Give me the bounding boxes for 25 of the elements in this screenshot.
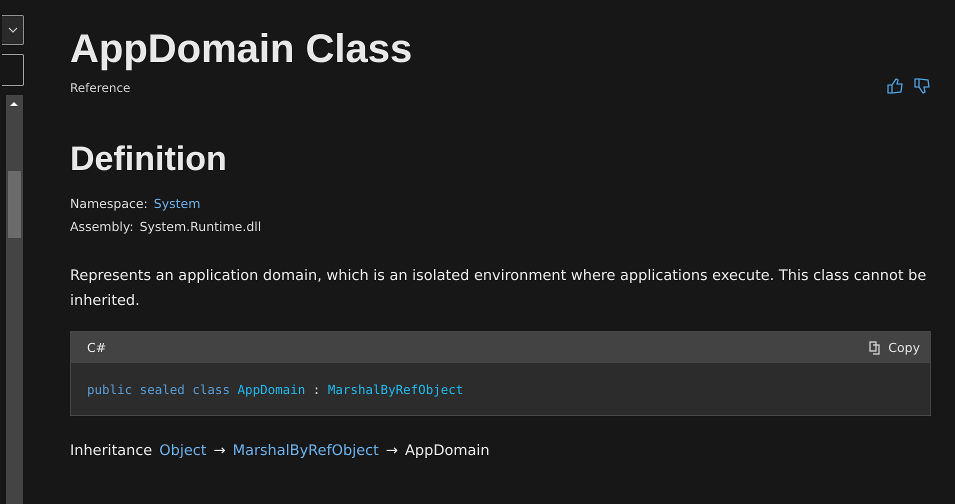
code-line: public sealed class AppDomain : MarshalByRefObject [87, 382, 464, 397]
copy-button[interactable]: Copy [869, 340, 920, 355]
description-text: Represents an application domain, which is an isolated environment where applications execute. This class cannot be inherited. [70, 267, 928, 311]
fact-value: System.Runtime.dll [140, 219, 262, 234]
dropdown[interactable] [2, 15, 24, 45]
fact-label: Assembly: [70, 219, 134, 234]
scroll-up-icon [9, 100, 19, 108]
copy-icon [869, 340, 882, 354]
class-name: AppDomain [405, 443, 490, 459]
language-label: C# [87, 340, 106, 355]
link[interactable]: MarshalByRefObject [232, 443, 379, 459]
arrow-text: → [386, 443, 398, 459]
scrollbar[interactable] [6, 95, 23, 504]
page-subtitle: Reference [70, 81, 132, 95]
link[interactable]: Object [159, 443, 206, 459]
thumbs-up-icon[interactable] [887, 78, 904, 94]
fact-label: Namespace: [70, 196, 148, 211]
inheritance-label: Inheritance [70, 443, 152, 459]
scrollbar-thumb[interactable] [8, 171, 21, 238]
page-title: AppDomain Class [70, 26, 412, 72]
section-heading: Definition [70, 139, 228, 179]
thumbs-down-icon[interactable] [914, 78, 931, 94]
input-field[interactable] [2, 54, 24, 86]
arrow-text: → [213, 443, 226, 459]
link[interactable]: System [154, 196, 200, 211]
